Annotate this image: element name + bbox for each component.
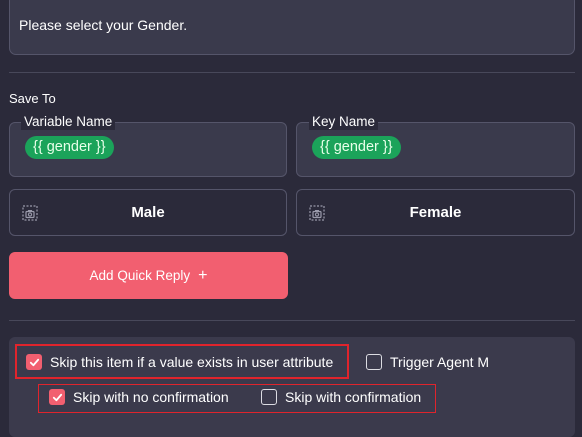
skip-no-confirm-option[interactable]: Skip with no confirmation: [49, 389, 229, 405]
skip-confirm-option[interactable]: Skip with confirmation: [261, 389, 421, 405]
skip-confirm-checkbox[interactable]: [261, 389, 277, 405]
divider-top: [9, 72, 575, 73]
image-placeholder-icon[interactable]: [22, 205, 38, 221]
quick-reply-female-label: Female: [409, 204, 462, 221]
add-quick-reply-label: Add Quick Reply: [89, 268, 191, 283]
trigger-agent-option[interactable]: Trigger Agent M: [366, 354, 489, 370]
variable-name-label: Variable Name: [21, 114, 116, 130]
check-icon: [29, 358, 39, 366]
plus-icon: +: [198, 266, 208, 284]
skip-if-exists-label: Skip this item if a value exists in user…: [50, 354, 334, 370]
key-name-label: Key Name: [309, 114, 379, 130]
save-to-title: Save To: [9, 91, 56, 106]
quick-reply-female[interactable]: Female: [296, 189, 575, 236]
quick-reply-male[interactable]: Male: [9, 189, 287, 236]
skip-no-confirm-label: Skip with no confirmation: [73, 389, 229, 405]
skip-if-exists-option[interactable]: Skip this item if a value exists in user…: [26, 354, 333, 370]
question-text: Please select your Gender.: [19, 17, 188, 33]
skip-confirm-label: Skip with confirmation: [285, 389, 422, 405]
divider-bottom: [9, 320, 575, 321]
skip-no-confirm-checkbox[interactable]: [49, 389, 65, 405]
skip-if-exists-checkbox[interactable]: [26, 354, 42, 370]
variable-name-chip[interactable]: {{ gender }}: [25, 136, 114, 159]
check-icon: [52, 393, 62, 401]
image-placeholder-icon[interactable]: [309, 205, 325, 221]
add-quick-reply-button[interactable]: Add Quick Reply +: [9, 252, 288, 299]
trigger-agent-label: Trigger Agent M: [390, 354, 490, 370]
key-name-chip[interactable]: {{ gender }}: [312, 136, 401, 159]
question-textarea[interactable]: Please select your Gender.: [9, 0, 575, 55]
quick-reply-male-label: Male: [131, 204, 165, 221]
trigger-agent-checkbox[interactable]: [366, 354, 382, 370]
